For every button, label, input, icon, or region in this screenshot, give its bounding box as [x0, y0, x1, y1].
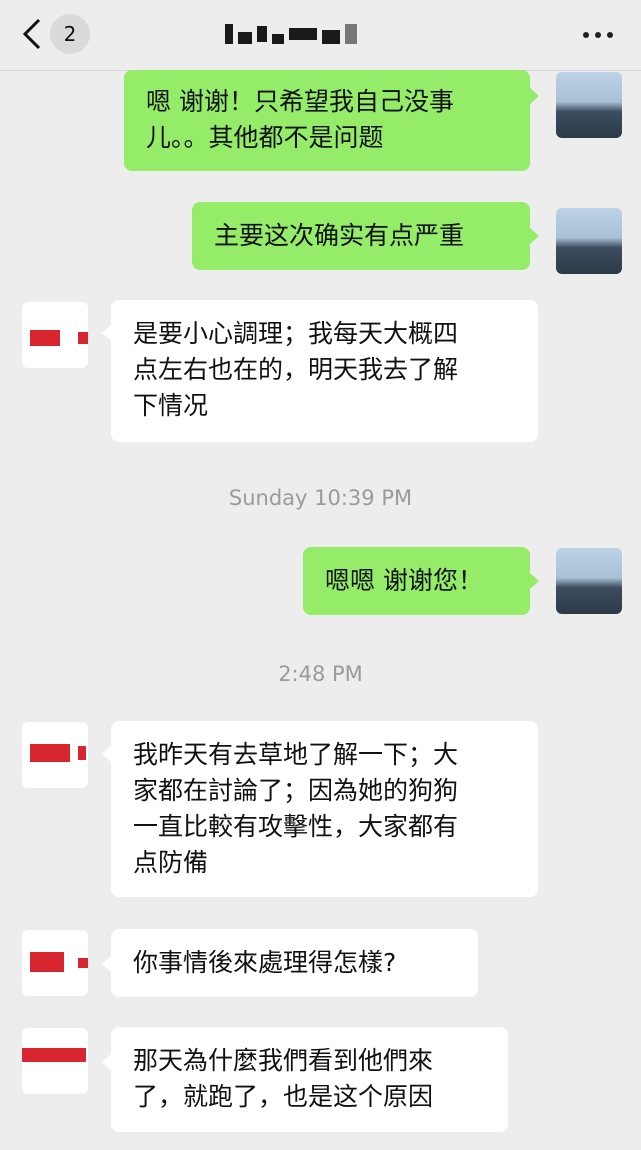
unread-count-badge: 2: [50, 14, 90, 54]
bubble-tail: [530, 228, 539, 244]
contact-avatar[interactable]: [22, 930, 88, 996]
message-bubble-sent[interactable]: 嗯 谢谢！只希望我自己没事 儿。。其他都不是问题: [124, 70, 530, 171]
dot-icon: [595, 32, 601, 38]
bubble-tail: [102, 746, 111, 762]
contact-avatar[interactable]: [22, 722, 88, 788]
timestamp: 2:48 PM: [278, 662, 363, 686]
message-bubble-received[interactable]: 我昨天有去草地了解一下；大 家都在討論了；因為她的狗狗 一直比較有攻擊性，大家都…: [111, 721, 538, 897]
dot-icon: [607, 32, 613, 38]
contact-avatar[interactable]: [22, 302, 88, 368]
dot-icon: [583, 32, 589, 38]
back-button[interactable]: 2: [22, 14, 102, 54]
message-bubble-sent[interactable]: 嗯嗯 谢谢您！: [303, 547, 530, 615]
bubble-tail: [530, 88, 539, 104]
message-bubble-received[interactable]: 是要小心調理；我每天大概四 点左右也在的，明天我去了解 下情况: [111, 300, 538, 442]
message-bubble-received[interactable]: 你事情後來處理得怎樣?: [111, 929, 478, 997]
message-bubble-sent[interactable]: 主要这次确实有点严重: [192, 202, 530, 270]
chevron-left-icon: [22, 18, 41, 50]
bubble-tail: [530, 573, 539, 589]
bubble-tail: [102, 1054, 111, 1070]
chat-header: 2: [0, 0, 641, 71]
my-avatar[interactable]: [556, 548, 622, 614]
my-avatar[interactable]: [556, 208, 622, 274]
bubble-tail: [102, 325, 111, 341]
timestamp: Sunday 10:39 PM: [228, 486, 413, 510]
more-options-button[interactable]: [573, 26, 613, 44]
contact-avatar[interactable]: [22, 1028, 88, 1094]
chat-title-redacted: [225, 20, 415, 48]
message-bubble-received[interactable]: 那天為什麼我們看到他們來 了，就跑了，也是这个原因: [111, 1027, 508, 1132]
bubble-tail: [102, 956, 111, 972]
my-avatar[interactable]: [556, 72, 622, 138]
